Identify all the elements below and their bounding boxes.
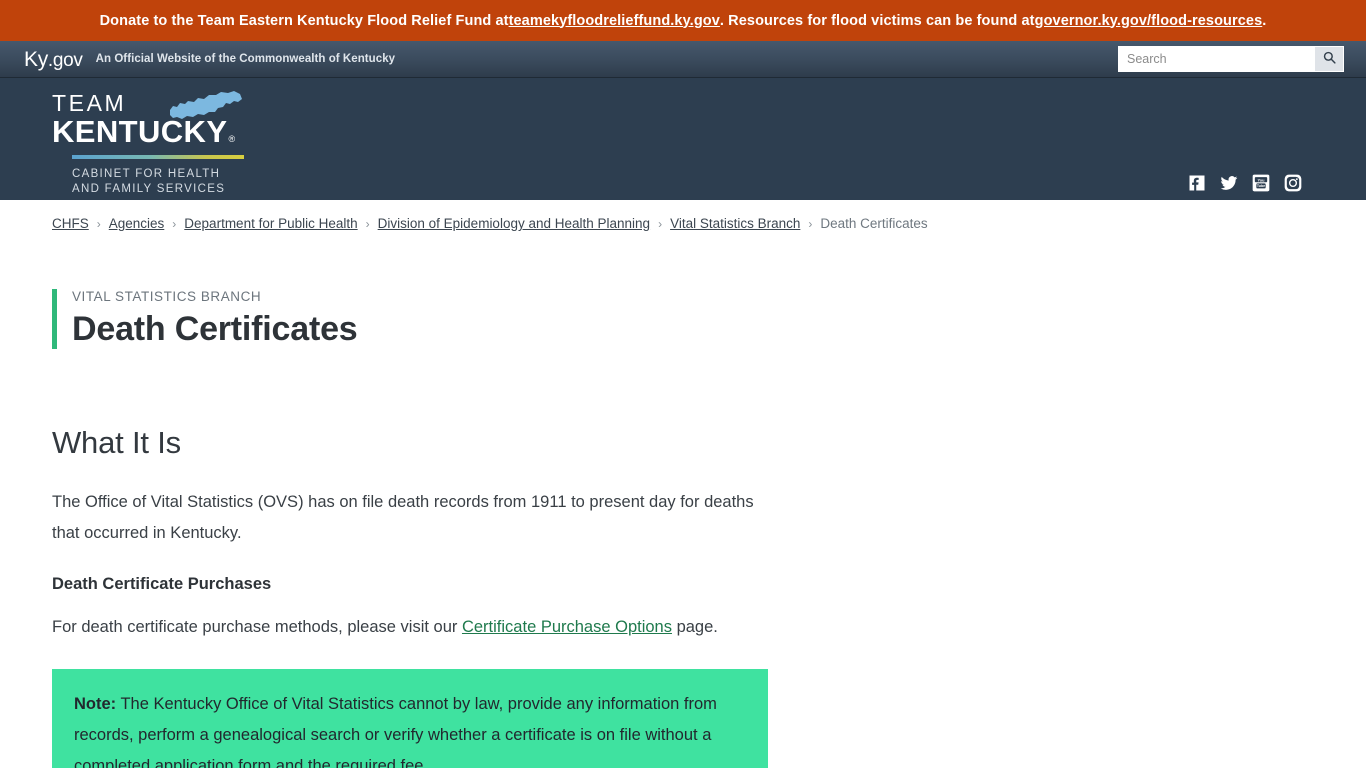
breadcrumb-item-department-for-public-health[interactable]: Department for Public Health bbox=[184, 216, 357, 231]
svg-text:Tube: Tube bbox=[1257, 184, 1265, 188]
team-kentucky-logo[interactable]: TEAM KENTUCKY ® CABINET FOR HEALTH AND F… bbox=[52, 90, 252, 197]
breadcrumb-separator-icon: › bbox=[658, 216, 663, 231]
main-navigation: Services Agencies News Contact Us bbox=[980, 230, 1304, 247]
note-callout-box: Note: The Kentucky Office of Vital Stati… bbox=[52, 669, 768, 768]
site-header: TEAM KENTUCKY ® CABINET FOR HEALTH AND F… bbox=[0, 78, 1366, 247]
page-title: Death Certificates bbox=[72, 310, 358, 348]
purchase-text-before: For death certificate purchase methods, … bbox=[52, 618, 462, 637]
certificate-purchase-options-link[interactable]: Certificate Purchase Options bbox=[462, 618, 672, 636]
brand-registered-mark: ® bbox=[228, 134, 236, 144]
breadcrumb-item-division-of-epidemiology-and-health-planning[interactable]: Division of Epidemiology and Health Plan… bbox=[378, 216, 650, 231]
alert-mid-text: . Resources for flood victims can be fou… bbox=[719, 12, 1035, 29]
search-input[interactable] bbox=[1118, 46, 1314, 72]
twitter-icon[interactable] bbox=[1218, 172, 1240, 194]
kygov-logo[interactable]: Ky.gov bbox=[24, 49, 83, 70]
search-submit-button[interactable] bbox=[1314, 46, 1344, 72]
note-body: The Kentucky Office of Vital Statistics … bbox=[74, 695, 717, 768]
official-site-tagline: An Official Website of the Commonwealth … bbox=[95, 53, 396, 65]
nav-item-news[interactable]: News bbox=[1161, 230, 1199, 247]
svg-text:You: You bbox=[1258, 178, 1266, 182]
alert-lead-text: Donate to the Team Eastern Kentucky Floo… bbox=[99, 12, 509, 29]
page-title-block: VITAL STATISTICS BRANCH Death Certificat… bbox=[52, 289, 1366, 350]
brand-subtitle-line2: AND FAMILY SERVICES bbox=[72, 183, 226, 195]
kentucky-state-shape-icon bbox=[168, 90, 244, 127]
breadcrumb-item-chfs[interactable]: CHFS bbox=[52, 216, 89, 231]
note-label: Note: bbox=[74, 695, 117, 714]
social-links: You Tube bbox=[1186, 172, 1304, 194]
nav-item-agencies[interactable]: Agencies bbox=[1068, 230, 1131, 247]
flood-relief-alert-banner: Donate to the Team Eastern Kentucky Floo… bbox=[0, 0, 1366, 41]
main-content: What It Is The Office of Vital Statistic… bbox=[52, 425, 768, 768]
subheading-death-certificate-purchases: Death Certificate Purchases bbox=[52, 575, 272, 594]
brand-subtitle-line1: CABINET FOR HEALTH bbox=[72, 168, 221, 180]
brand-subtitle: CABINET FOR HEALTH AND FAMILY SERVICES bbox=[72, 167, 252, 197]
site-search bbox=[1118, 46, 1344, 72]
breadcrumb-separator-icon: › bbox=[172, 216, 177, 231]
breadcrumb-separator-icon: › bbox=[808, 216, 813, 231]
youtube-icon[interactable]: You Tube bbox=[1250, 172, 1272, 194]
breadcrumb-item-vital-statistics-branch[interactable]: Vital Statistics Branch bbox=[670, 216, 800, 231]
official-government-bar: Ky.gov An Official Website of the Common… bbox=[0, 41, 1366, 78]
breadcrumb-separator-icon: › bbox=[365, 216, 370, 231]
purchase-text-after: page. bbox=[671, 618, 718, 637]
instagram-icon[interactable] bbox=[1282, 172, 1304, 194]
page-eyebrow: VITAL STATISTICS BRANCH bbox=[72, 289, 262, 304]
brand-gradient-divider bbox=[72, 155, 244, 159]
alert-resources-link[interactable]: governor.ky.gov/flood-resources bbox=[1035, 13, 1263, 29]
section-heading-what-it-is: What It Is bbox=[52, 425, 181, 461]
nav-item-contact-us[interactable]: Contact Us bbox=[1229, 230, 1304, 247]
kygov-logo-suffix: .gov bbox=[47, 49, 83, 71]
breadcrumb-separator-icon: › bbox=[96, 216, 101, 231]
purchase-paragraph: For death certificate purchase methods, … bbox=[52, 612, 768, 643]
note-text: Note: The Kentucky Office of Vital Stati… bbox=[74, 689, 746, 768]
search-icon bbox=[1323, 51, 1336, 67]
facebook-icon[interactable] bbox=[1186, 172, 1208, 194]
kygov-logo-main: Ky bbox=[24, 47, 48, 71]
breadcrumb-item-current: Death Certificates bbox=[820, 216, 928, 231]
alert-end-text: . bbox=[1262, 12, 1267, 29]
alert-donate-link[interactable]: teamekyfloodrelieffund.ky.gov bbox=[509, 13, 720, 29]
breadcrumb-item-agencies[interactable]: Agencies bbox=[109, 216, 165, 231]
intro-paragraph: The Office of Vital Statistics (OVS) has… bbox=[52, 493, 754, 543]
nav-item-services[interactable]: Services bbox=[980, 230, 1038, 247]
